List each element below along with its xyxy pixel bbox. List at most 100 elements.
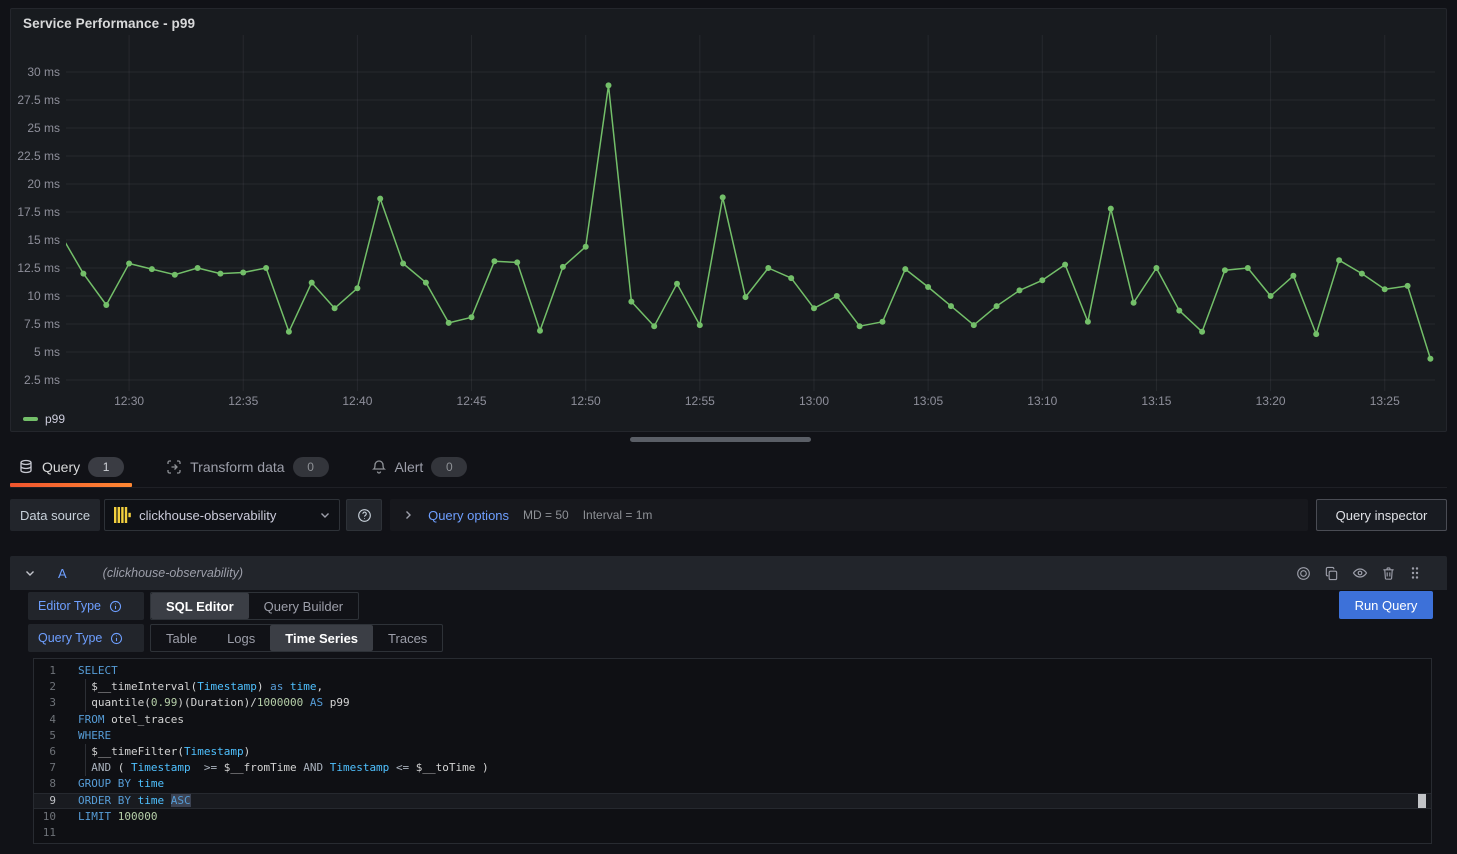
sql-code-editor[interactable]: 1SELECT2 $__timeInterval(Timestamp) as t… <box>33 658 1432 844</box>
tab-alert[interactable]: Alert 0 <box>363 450 476 487</box>
x-axis-tick: 12:50 <box>571 394 601 408</box>
code-line[interactable]: 5WHERE <box>34 728 1431 744</box>
code-token <box>131 777 138 790</box>
code-line-content: quantile(0.99)(Duration)/1000000 AS p99 <box>56 695 1431 711</box>
code-token: time <box>290 680 317 693</box>
code-line[interactable]: 1SELECT <box>34 663 1431 679</box>
line-number: 9 <box>34 793 56 809</box>
code-line[interactable]: 11 <box>34 825 1431 841</box>
line-number: 2 <box>34 679 56 695</box>
query-row-header[interactable]: A (clickhouse-observability) <box>10 556 1447 590</box>
code-token: 0.99 <box>151 696 178 709</box>
code-line[interactable]: 6 $__timeFilter(Timestamp) <box>34 744 1431 760</box>
query-type-option-table[interactable]: Table <box>151 625 212 651</box>
query-type-option-time-series[interactable]: Time Series <box>270 625 373 651</box>
clickhouse-logo-icon <box>113 506 131 524</box>
tab-query[interactable]: Query 1 <box>10 450 132 487</box>
timeseries-panel: 30 ms27.5 ms25 ms22.5 ms20 ms17.5 ms15 m… <box>10 8 1447 432</box>
y-axis-tick: 22.5 ms <box>17 149 60 163</box>
code-line-content <box>56 825 1431 841</box>
code-line-content: ORDER BY time ASC <box>56 793 1431 809</box>
code-line[interactable]: 10LIMIT 100000 <box>34 809 1431 825</box>
disable-query-icon[interactable] <box>1296 566 1311 581</box>
code-token: otel_traces <box>105 713 184 726</box>
line-number: 4 <box>34 712 56 728</box>
x-axis-tick: 13:00 <box>799 394 829 408</box>
code-token: p99 <box>323 696 350 709</box>
horizontal-scrollbar-thumb[interactable] <box>630 437 811 442</box>
query-type-option-traces[interactable]: Traces <box>373 625 442 651</box>
hide-response-eye-icon[interactable] <box>1352 565 1368 581</box>
grafana-edit-panel-page: 30 ms27.5 ms25 ms22.5 ms20 ms17.5 ms15 m… <box>0 0 1457 854</box>
editor-type-option-sql-editor[interactable]: SQL Editor <box>151 593 249 619</box>
y-axis-tick: 2.5 ms <box>24 373 60 387</box>
code-line-content: $__timeFilter(Timestamp) <box>56 744 1431 760</box>
code-line[interactable]: 7 AND ( Timestamp >= $__fromTime AND Tim… <box>34 760 1431 776</box>
query-options-md: MD = 50 <box>523 508 569 522</box>
chevron-right-icon[interactable] <box>402 509 414 521</box>
code-token: ) <box>244 745 251 758</box>
code-token: as <box>270 680 283 693</box>
collapse-chevron-icon[interactable] <box>24 567 36 579</box>
y-axis-tick: 10 ms <box>27 289 60 303</box>
code-line[interactable]: 8GROUP BY time <box>34 776 1431 792</box>
code-token <box>323 761 330 774</box>
drag-handle-icon[interactable] <box>1409 566 1421 580</box>
tab-transform-data[interactable]: Transform data 0 <box>158 450 336 487</box>
query-type-option-logs[interactable]: Logs <box>212 625 270 651</box>
info-circle-icon[interactable] <box>110 632 123 645</box>
timeseries-chart[interactable]: 30 ms27.5 ms25 ms22.5 ms20 ms17.5 ms15 m… <box>11 9 1446 429</box>
code-token: ) <box>257 680 270 693</box>
legend-series-swatch[interactable] <box>23 417 38 421</box>
tab-transform-label: Transform data <box>190 459 284 475</box>
query-options-link[interactable]: Query options <box>428 508 509 523</box>
code-line[interactable]: 2 $__timeInterval(Timestamp) as time, <box>34 679 1431 695</box>
query-ref-id[interactable]: A <box>58 566 67 581</box>
query-inspector-button[interactable]: Query inspector <box>1316 499 1447 531</box>
datasource-value: clickhouse-observability <box>139 508 311 523</box>
series-p99 <box>58 82 1434 361</box>
tab-query-badge: 1 <box>88 457 124 477</box>
editor-type-segmented: SQL Editor Query Builder <box>150 592 359 620</box>
line-number: 8 <box>34 776 56 792</box>
code-token: 1000000 <box>257 696 303 709</box>
line-number: 11 <box>34 825 56 841</box>
code-token <box>164 794 171 807</box>
y-axis-tick: 20 ms <box>27 177 60 191</box>
code-line[interactable]: 4FROM otel_traces <box>34 712 1431 728</box>
code-line[interactable]: 3 quantile(0.99)(Duration)/1000000 AS p9… <box>34 695 1431 711</box>
datasource-row: Data source clickhouse-observability <box>10 499 1447 531</box>
duplicate-query-icon[interactable] <box>1324 566 1339 581</box>
code-token: Timestamp <box>330 761 390 774</box>
query-datasource-hint: (clickhouse-observability) <box>103 566 243 580</box>
code-token: ( <box>111 761 131 774</box>
info-circle-icon[interactable] <box>109 600 122 613</box>
code-token <box>389 761 396 774</box>
datasource-help-button[interactable] <box>346 499 382 531</box>
remove-query-trash-icon[interactable] <box>1381 566 1396 581</box>
datasource-select[interactable]: clickhouse-observability <box>104 499 340 531</box>
database-icon <box>18 459 34 475</box>
x-axis-tick: 12:55 <box>685 394 715 408</box>
query-options-section: Query options MD = 50 Interval = 1m <box>390 499 1308 531</box>
y-axis-tick: 12.5 ms <box>17 261 60 275</box>
panel-editor-tabs: Query 1 Transform data 0 Alert <box>10 450 1447 488</box>
code-token: $__fromTime <box>217 761 303 774</box>
code-token: time <box>138 794 165 807</box>
legend-series-label[interactable]: p99 <box>45 412 65 426</box>
code-token: Timestamp <box>197 680 257 693</box>
editor-type-option-query-builder[interactable]: Query Builder <box>249 593 358 619</box>
x-axis-tick: 13:15 <box>1141 394 1171 408</box>
code-token <box>131 794 138 807</box>
tab-transform-badge: 0 <box>293 457 329 477</box>
y-axis-tick: 15 ms <box>27 233 60 247</box>
code-token: >= <box>204 761 217 774</box>
editor-type-label-box: Editor Type <box>28 592 144 620</box>
code-line-content: SELECT <box>56 663 1431 679</box>
panel-title[interactable]: Service Performance - p99 <box>23 16 195 31</box>
code-token <box>191 761 204 774</box>
code-line-content: LIMIT 100000 <box>56 809 1431 825</box>
code-line-current[interactable]: 9ORDER BY time ASC <box>34 793 1431 809</box>
code-token: WHERE <box>78 729 111 742</box>
run-query-button[interactable]: Run Query <box>1339 591 1433 619</box>
